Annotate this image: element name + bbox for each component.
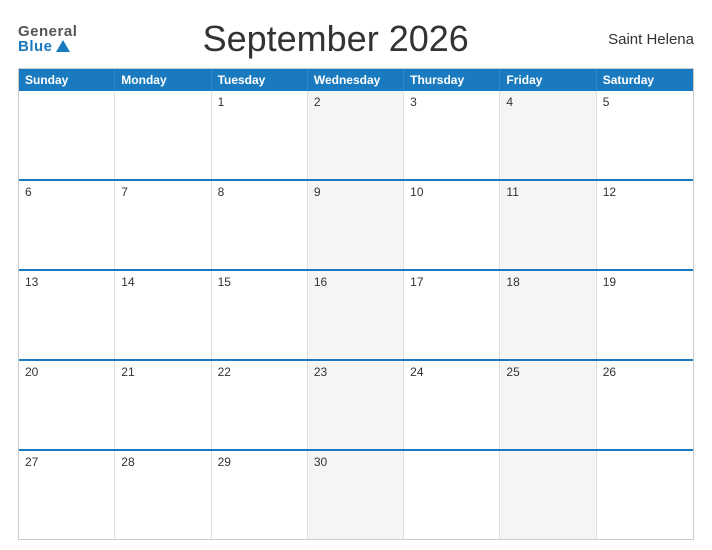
day-number: 24 (410, 365, 423, 379)
day-cell-w3-d3: 23 (308, 361, 404, 449)
calendar-grid: Sunday Monday Tuesday Wednesday Thursday… (18, 68, 694, 540)
day-number: 28 (121, 455, 134, 469)
day-cell-w0-d6: 5 (597, 91, 693, 179)
header-tuesday: Tuesday (212, 69, 308, 91)
day-cell-w2-d3: 16 (308, 271, 404, 359)
day-cell-w1-d2: 8 (212, 181, 308, 269)
logo-triangle-icon (56, 40, 70, 52)
day-number: 25 (506, 365, 519, 379)
calendar-title: September 2026 (77, 18, 594, 60)
day-number: 5 (603, 95, 610, 109)
day-number: 30 (314, 455, 327, 469)
day-number: 16 (314, 275, 327, 289)
day-cell-w4-d1: 28 (115, 451, 211, 539)
day-cell-w3-d5: 25 (500, 361, 596, 449)
day-number: 8 (218, 185, 225, 199)
day-cell-w0-d3: 2 (308, 91, 404, 179)
day-cell-w0-d2: 1 (212, 91, 308, 179)
day-cell-w0-d4: 3 (404, 91, 500, 179)
day-cell-w0-d0 (19, 91, 115, 179)
day-number: 14 (121, 275, 134, 289)
day-cell-w4-d6 (597, 451, 693, 539)
header-wednesday: Wednesday (308, 69, 404, 91)
day-cell-w1-d5: 11 (500, 181, 596, 269)
header-monday: Monday (115, 69, 211, 91)
day-cell-w0-d1 (115, 91, 211, 179)
logo: General Blue (18, 24, 77, 54)
day-cell-w3-d0: 20 (19, 361, 115, 449)
day-cell-w0-d5: 4 (500, 91, 596, 179)
day-number: 18 (506, 275, 519, 289)
day-number: 1 (218, 95, 225, 109)
day-number: 19 (603, 275, 616, 289)
day-number: 21 (121, 365, 134, 379)
weeks-container: 1234567891011121314151617181920212223242… (19, 91, 693, 539)
day-cell-w1-d3: 9 (308, 181, 404, 269)
day-cell-w2-d0: 13 (19, 271, 115, 359)
header-saturday: Saturday (597, 69, 693, 91)
day-number: 22 (218, 365, 231, 379)
day-number: 12 (603, 185, 616, 199)
day-cell-w4-d2: 29 (212, 451, 308, 539)
day-cell-w1-d0: 6 (19, 181, 115, 269)
day-number: 4 (506, 95, 513, 109)
calendar-page: General Blue September 2026 Saint Helena… (0, 0, 712, 550)
day-cell-w3-d2: 22 (212, 361, 308, 449)
day-number: 7 (121, 185, 128, 199)
week-row-2: 6 7 8 9 10 11 12 (19, 179, 693, 269)
logo-blue-text: Blue (18, 39, 77, 54)
day-cell-w2-d1: 14 (115, 271, 211, 359)
day-cell-w2-d5: 18 (500, 271, 596, 359)
week-row-5: 27 28 29 30 (19, 449, 693, 539)
location-label: Saint Helena (594, 31, 694, 48)
day-number: 23 (314, 365, 327, 379)
day-cell-w2-d4: 17 (404, 271, 500, 359)
day-cell-w3-d6: 26 (597, 361, 693, 449)
day-number: 13 (25, 275, 38, 289)
week-row-1: 1 2 3 4 5 (19, 91, 693, 179)
day-number: 26 (603, 365, 616, 379)
day-cell-w1-d4: 10 (404, 181, 500, 269)
day-cell-w4-d4 (404, 451, 500, 539)
day-number: 20 (25, 365, 38, 379)
day-number: 15 (218, 275, 231, 289)
day-number: 27 (25, 455, 38, 469)
day-number: 9 (314, 185, 321, 199)
header: General Blue September 2026 Saint Helena (18, 18, 694, 60)
day-cell-w3-d4: 24 (404, 361, 500, 449)
day-number: 29 (218, 455, 231, 469)
day-cell-w1-d1: 7 (115, 181, 211, 269)
day-cell-w4-d5 (500, 451, 596, 539)
day-cell-w4-d0: 27 (19, 451, 115, 539)
header-sunday: Sunday (19, 69, 115, 91)
day-number: 11 (506, 185, 518, 199)
week-row-4: 20 21 22 23 24 25 26 (19, 359, 693, 449)
day-headers-row: Sunday Monday Tuesday Wednesday Thursday… (19, 69, 693, 91)
header-thursday: Thursday (404, 69, 500, 91)
day-number: 6 (25, 185, 32, 199)
day-cell-w1-d6: 12 (597, 181, 693, 269)
week-row-3: 13 14 15 16 17 18 19 (19, 269, 693, 359)
header-friday: Friday (500, 69, 596, 91)
day-number: 2 (314, 95, 321, 109)
day-number: 3 (410, 95, 417, 109)
day-cell-w2-d2: 15 (212, 271, 308, 359)
day-cell-w3-d1: 21 (115, 361, 211, 449)
day-number: 10 (410, 185, 423, 199)
day-cell-w4-d3: 30 (308, 451, 404, 539)
logo-general-text: General (18, 24, 77, 39)
day-number: 17 (410, 275, 423, 289)
day-cell-w2-d6: 19 (597, 271, 693, 359)
